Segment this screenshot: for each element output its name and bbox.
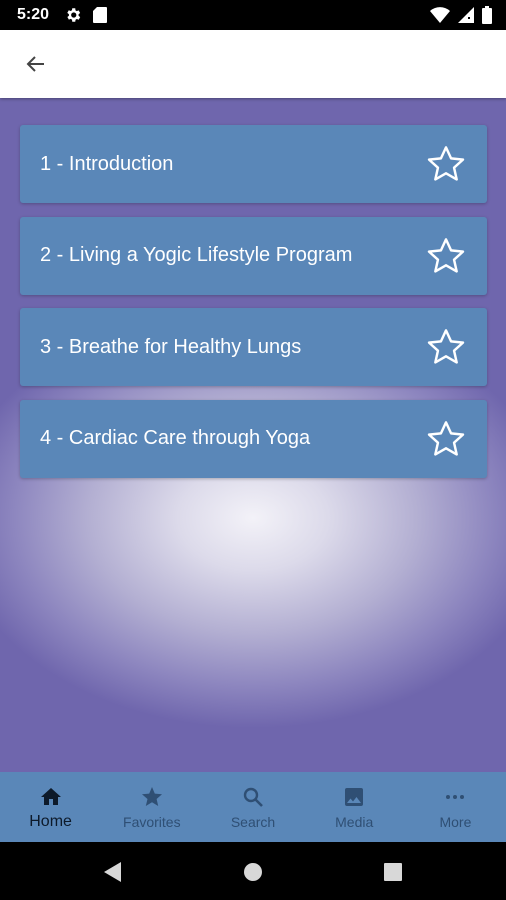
signal-icon: [458, 7, 474, 23]
list-item-title: 3 - Breathe for Healthy Lungs: [40, 335, 302, 358]
search-icon: [240, 784, 266, 810]
list-item-title: 4 - Cardiac Care through Yoga: [40, 427, 311, 449]
star-outline-icon[interactable]: [425, 235, 467, 277]
nav-label: Home: [29, 813, 72, 830]
star-outline-icon[interactable]: [425, 326, 467, 368]
star-outline-icon[interactable]: [425, 418, 467, 460]
status-bar: 5:20: [0, 0, 506, 30]
gear-icon: [67, 8, 81, 22]
star-icon: [139, 784, 165, 810]
nav-label: Favorites: [123, 814, 181, 830]
nav-media[interactable]: Media: [304, 772, 405, 842]
wifi-icon: [430, 7, 450, 23]
list-item[interactable]: 1 - Introduction: [20, 125, 487, 203]
chapter-list: 1 - Introduction 2 - Living a Yogic Life…: [20, 125, 487, 491]
back-button[interactable]: [20, 48, 52, 80]
status-time: 5:20: [17, 6, 50, 23]
sd-card-icon: [93, 7, 107, 23]
back-triangle-icon[interactable]: [101, 860, 125, 884]
arrow-left-icon: [26, 56, 44, 72]
list-item[interactable]: 3 - Breathe for Healthy Lungs: [20, 308, 487, 386]
nav-home[interactable]: Home: [0, 772, 101, 842]
app-bar: [0, 30, 506, 98]
list-item-title: 2 - Living a Yogic Lifestyle Program: [40, 244, 353, 266]
bottom-navigation: Home Favorites Search Media More: [0, 772, 506, 842]
nav-favorites[interactable]: Favorites: [101, 772, 202, 842]
nav-more[interactable]: More: [405, 772, 506, 842]
list-item-title: 1 - Introduction: [40, 152, 174, 175]
image-icon: [341, 784, 367, 810]
list-item[interactable]: 2 - Living a Yogic Lifestyle Program: [20, 216, 487, 295]
more-horizontal-icon: [442, 784, 468, 810]
nav-search[interactable]: Search: [202, 772, 303, 842]
list-item[interactable]: 4 - Cardiac Care through Yoga: [20, 399, 487, 478]
nav-label: Search: [230, 814, 276, 830]
home-icon: [38, 784, 64, 810]
star-outline-icon[interactable]: [425, 143, 467, 185]
recents-square-icon[interactable]: [381, 860, 405, 884]
battery-icon: [482, 6, 492, 24]
home-circle-icon[interactable]: [241, 860, 265, 884]
nav-label: More: [439, 814, 472, 830]
nav-label: Media: [335, 814, 374, 830]
content-area: 1 - Introduction 2 - Living a Yogic Life…: [0, 98, 506, 772]
system-navigation-bar: [0, 842, 506, 900]
